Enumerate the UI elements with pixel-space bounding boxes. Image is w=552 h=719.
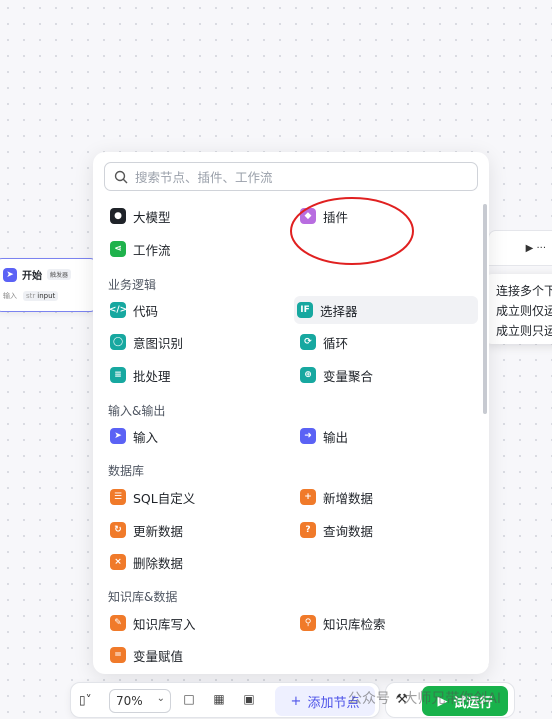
node-item-label: 代码 [133,303,159,319]
node-item-label: 知识库写入 [133,616,196,632]
aggregate-icon: ⊕ [300,367,316,383]
if-icon: IF [297,302,313,318]
node-item-var-assign[interactable]: = 变量赋值 [107,641,183,669]
node-item-loop[interactable]: ⟳ 循环 [297,328,348,356]
node-item-plugin[interactable]: ◆ 插件 [297,202,348,230]
code-icon: </> [109,302,127,318]
tooltip-line: 成立则只运 [496,324,552,338]
node-item-db-query[interactable]: ? 查询数据 [297,516,373,544]
trigger-badge: 触发器 [47,269,72,280]
batch-icon: ≡ [110,367,126,383]
node-item-output[interactable]: ➜ 输出 [297,422,348,450]
node-picker-panel: 搜索节点、插件、工作流 ● 大模型 ◆ 插件 ⋖ 工作流 业务逻辑 </> 代码… [93,152,489,674]
node-item-label: 删除数据 [133,555,184,571]
start-node-row-label: 输入 [3,292,17,300]
chevron-down-icon: ⌄ [156,693,165,704]
comment-icon[interactable]: □ [181,692,197,708]
node-item-label: 更新数据 [133,523,184,539]
node-item-label: 插件 [323,209,349,225]
node-item-model[interactable]: ● 大模型 [107,202,171,230]
canvas-toolbar: ▯˅ 70% ⌄ □ ▦ ▣ + 添加节点 [70,682,380,718]
node-item-intent[interactable]: ◯ 意图识别 [107,328,183,356]
node-item-db-update[interactable]: ↻ 更新数据 [107,516,183,544]
search-input[interactable]: 搜索节点、插件、工作流 [104,162,478,191]
node-run-controls[interactable]: ▶ ··· [526,243,546,254]
selector-node-partial[interactable]: ▶ ··· [488,230,552,266]
sql-icon: ☰ [110,489,126,505]
node-item-input[interactable]: ➤ 输入 [107,422,158,450]
param-name: input [37,292,56,300]
model-icon: ● [110,208,126,224]
zoom-value: 70% [116,694,143,708]
var-assign-icon: = [110,647,126,663]
mouse-mode-icon[interactable]: ▯˅ [79,693,92,707]
minimap-icon[interactable]: ▣ [241,692,257,708]
param-tag: str input [23,291,59,301]
section-title: 输入&输出 [108,404,166,418]
node-item-label: 选择器 [320,303,358,319]
watermark: 公众号 · 大师兄带你创AI [348,691,502,707]
node-item-label: 变量聚合 [323,368,374,384]
node-item-db-delete[interactable]: × 删除数据 [107,548,183,576]
node-item-label: 大模型 [133,209,171,225]
node-item-label: 输入 [133,429,159,445]
db-add-icon: + [300,489,316,505]
db-delete-icon: × [110,554,126,570]
node-item-db-add[interactable]: + 新增数据 [297,483,373,511]
kb-write-icon: ✎ [110,615,126,631]
panel-scrollbar[interactable] [483,204,487,414]
node-item-kb-write[interactable]: ✎ 知识库写入 [107,609,196,637]
plugin-icon: ◆ [300,208,316,224]
node-item-label: SQL自定义 [133,490,196,506]
input-icon: ➤ [110,428,126,444]
node-item-label: 循环 [323,335,349,351]
node-item-batch[interactable]: ≡ 批处理 [107,361,171,389]
section-title: 知识库&数据 [108,590,178,604]
plus-icon: + [290,693,302,709]
kb-search-icon: ⚲ [300,615,316,631]
node-item-aggregate[interactable]: ⊕ 变量聚合 [297,361,373,389]
node-item-label: 变量赋值 [133,648,184,664]
zoom-select[interactable]: 70% ⌄ [109,689,171,713]
node-item-code[interactable]: </> 代码 [107,296,158,324]
start-node-title: 开始 [22,271,42,282]
workflow-icon: ⋖ [110,241,126,257]
node-item-label: 输出 [323,429,349,445]
node-item-workflow[interactable]: ⋖ 工作流 [107,235,171,263]
search-placeholder: 搜索节点、插件、工作流 [135,170,273,185]
start-icon: ➤ [3,267,17,282]
db-query-icon: ? [300,522,316,538]
tooltip-line: 连接多个下 [496,284,552,298]
node-item-kb-search[interactable]: ⚲ 知识库检索 [297,609,386,637]
intent-icon: ◯ [110,334,126,350]
node-item-selector[interactable]: IF 选择器 [294,296,478,324]
node-item-label: 工作流 [133,242,171,258]
node-item-label: 意图识别 [133,335,184,351]
start-node[interactable]: ➤ 开始 触发器 输入 str input [0,258,98,312]
node-tooltip: 连接多个下 成立则仅运 成立则只运 [486,274,552,344]
node-item-sql[interactable]: ☰ SQL自定义 [107,483,195,511]
node-item-label: 批处理 [133,368,171,384]
section-title: 业务逻辑 [108,278,157,292]
tooltip-line: 成立则仅运 [496,304,552,318]
node-item-label: 新增数据 [323,490,374,506]
loop-icon: ⟳ [300,334,316,350]
search-icon [114,170,128,184]
node-item-label: 查询数据 [323,523,374,539]
layout-icon[interactable]: ▦ [211,692,227,708]
section-title: 数据库 [108,464,145,478]
param-type: str [26,292,36,300]
output-icon: ➜ [300,428,316,444]
node-item-label: 知识库检索 [323,616,386,632]
db-update-icon: ↻ [110,522,126,538]
